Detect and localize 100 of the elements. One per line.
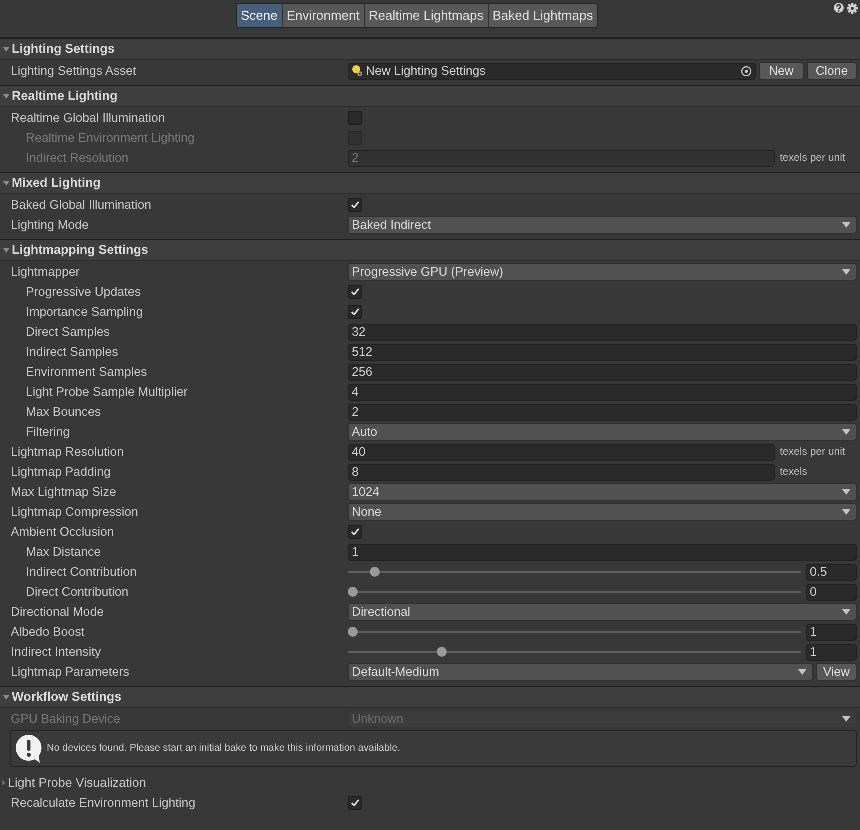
field-label: Indirect Resolution [25, 151, 130, 165]
slider-thumb[interactable] [436, 647, 447, 657]
number-field[interactable]: 4 [348, 384, 857, 400]
help-icon[interactable] [834, 3, 844, 13]
lightbulb-icon [352, 65, 363, 77]
field-label: Realtime Environment Lighting [25, 131, 196, 145]
checkbox[interactable] [348, 305, 362, 319]
check-icon [350, 528, 360, 536]
field-label: GPU Baking Device [10, 712, 122, 726]
field-label: Lightmap Parameters [10, 665, 130, 679]
check-icon [350, 201, 360, 209]
checkbox[interactable] [348, 796, 362, 810]
field-label: Progressive Updates [25, 285, 142, 299]
section-header[interactable]: Lighting Settings [0, 38, 860, 60]
slider[interactable] [348, 587, 801, 597]
caret-icon [842, 222, 851, 228]
field-label: Max Lightmap Size [10, 485, 118, 499]
unit-label: texels per unit [779, 446, 846, 458]
asset-button[interactable]: Clone [807, 62, 857, 80]
slider[interactable] [348, 567, 801, 577]
number-field[interactable]: 0.5 [806, 564, 857, 580]
checkbox[interactable] [348, 111, 362, 125]
section-title: Mixed Lighting [12, 176, 101, 190]
checkbox[interactable] [348, 525, 362, 539]
number-field[interactable]: 0 [806, 584, 857, 600]
help-message: No devices found. Please start an initial bake to make this information available. [47, 743, 401, 754]
dropdown[interactable]: Default-Medium [348, 663, 814, 681]
number-field[interactable]: 1 [806, 624, 857, 640]
section-header[interactable]: Realtime Lighting [0, 85, 860, 107]
unit-label: texels [779, 466, 808, 478]
settings-icon[interactable] [847, 3, 858, 14]
field-label: Directional Mode [10, 605, 105, 619]
field-label: Ambient Occlusion [10, 525, 116, 539]
dropdown[interactable]: Progressive GPU (Preview) [348, 263, 857, 281]
dropdown[interactable]: None [348, 503, 857, 521]
section-title: Realtime Lighting [12, 89, 118, 103]
section-title: Lighting Settings [12, 42, 115, 56]
collapsed-arrow-icon[interactable] [2, 780, 6, 786]
field-label: Light Probe Sample Multiplier [25, 385, 189, 399]
number-field[interactable]: 2 [348, 404, 857, 420]
caret-icon [842, 509, 851, 515]
dropdown[interactable]: Auto [348, 423, 857, 441]
field-label: Environment Samples [25, 365, 148, 379]
section-header[interactable]: Workflow Settings [0, 686, 860, 708]
foldout-label[interactable]: Light Probe Visualization [8, 776, 146, 790]
field-label: Importance Sampling [25, 305, 144, 319]
tab[interactable]: Environment [282, 4, 364, 27]
view-button[interactable]: View [816, 663, 857, 681]
field-label: Indirect Contribution [25, 565, 138, 579]
number-field[interactable]: 32 [348, 324, 857, 340]
field-label: Indirect Intensity [10, 645, 102, 659]
checkbox[interactable] [348, 198, 362, 212]
field-label: Lightmap Compression [10, 505, 140, 519]
field-label: Realtime Global Illumination [10, 111, 166, 125]
target-icon[interactable] [741, 66, 752, 76]
caret-icon [842, 716, 851, 722]
asset-button[interactable]: New [759, 62, 804, 80]
asset-name: New Lighting Settings [366, 64, 487, 78]
field-label: Indirect Samples [25, 345, 120, 359]
field-label: Recalculate Environment Lighting [10, 796, 197, 810]
warning-icon [15, 734, 43, 764]
field-label: Max Bounces [25, 405, 102, 419]
field-label: Max Distance [25, 545, 102, 559]
check-icon [350, 308, 360, 316]
number-field[interactable]: 1 [806, 644, 857, 660]
checkbox[interactable] [348, 285, 362, 299]
caret-icon [842, 489, 851, 495]
number-field[interactable]: 256 [348, 364, 857, 380]
tab[interactable]: Baked Lightmaps [488, 4, 598, 27]
slider-thumb[interactable] [348, 627, 358, 637]
field-label: Lightmap Resolution [10, 445, 125, 459]
field-label: Lightmap Padding [10, 465, 112, 479]
dropdown[interactable]: 1024 [348, 483, 857, 501]
unit-label: texels per unit [779, 152, 846, 164]
field-label: Baked Global Illumination [10, 198, 153, 212]
field-label: Direct Contribution [25, 585, 130, 599]
caret-icon [842, 429, 851, 435]
field-label: Direct Samples [25, 325, 112, 339]
dropdown[interactable]: Directional [348, 603, 857, 621]
asset-field[interactable]: New Lighting Settings [348, 62, 756, 80]
tab[interactable]: Realtime Lightmaps [364, 4, 488, 27]
field-label: Filtering [25, 425, 72, 439]
number-field[interactable]: 40 [348, 444, 775, 460]
field-label: Lightmapper [10, 265, 81, 279]
slider[interactable] [348, 647, 801, 657]
number-field[interactable]: 512 [348, 344, 857, 360]
dropdown[interactable]: Baked Indirect [348, 216, 857, 234]
section-title: Lightmapping Settings [12, 243, 148, 257]
number-field[interactable]: 8 [348, 464, 775, 480]
slider[interactable] [348, 627, 801, 637]
check-icon [350, 799, 360, 807]
number-field[interactable]: 1 [348, 544, 857, 560]
section-header[interactable]: Mixed Lighting [0, 172, 860, 194]
section-header[interactable]: Lightmapping Settings [0, 239, 860, 261]
section-title: Workflow Settings [12, 690, 122, 704]
check-icon [350, 288, 360, 296]
slider-thumb[interactable] [370, 567, 380, 577]
tab[interactable]: Scene [237, 4, 282, 27]
slider-thumb[interactable] [348, 587, 358, 597]
field-label: Albedo Boost [10, 625, 86, 639]
